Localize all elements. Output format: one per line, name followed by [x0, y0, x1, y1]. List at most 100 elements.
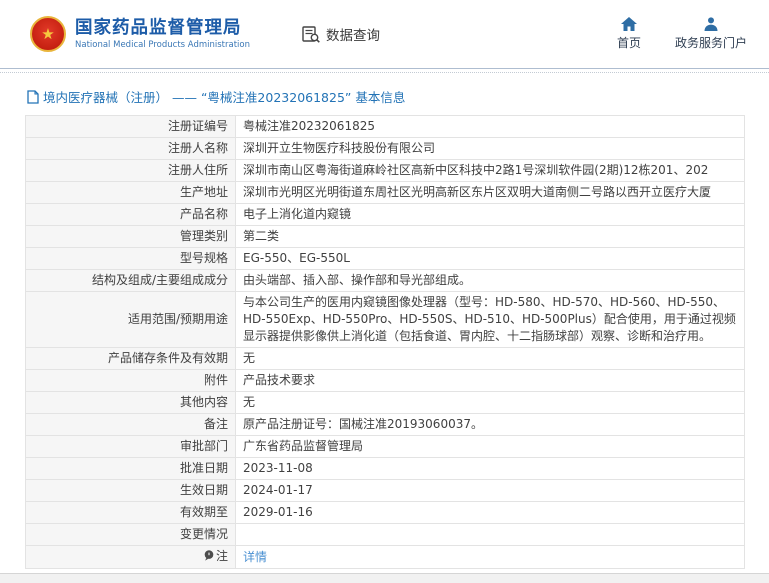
row-label: 备注 — [25, 413, 236, 436]
table-row: 结构及组成/主要组成成分 由头端部、插入部、操作部和导光部组成。 — [25, 269, 745, 292]
row-label-text: 变更情况 — [179, 527, 228, 541]
row-value-text: 2024-01-17 — [243, 483, 313, 497]
row-value-text: 原产品注册证号：国械注准20193060037。 — [243, 417, 483, 431]
breadcrumb: 境内医疗器械（注册） —— “粤械注准20232061825” 基本信息 — [0, 73, 769, 115]
row-label-text: 产品储存条件及有效期 — [107, 351, 228, 365]
row-value-text: 无 — [243, 351, 256, 365]
note-balloon-icon — [204, 549, 214, 566]
row-label-text: 管理类别 — [179, 229, 228, 243]
table-row: 适用范围/预期用途 与本公司生产的医用内窥镜图像处理器（型号：HD-580、HD-… — [25, 291, 745, 348]
row-value: 详情 — [235, 545, 745, 569]
banner-nav: 首页 政务服务门户 — [617, 17, 747, 51]
row-label-text: 批准日期 — [179, 461, 228, 475]
data-query-button[interactable]: 数据查询 — [302, 24, 380, 44]
nav-gov-service-portal[interactable]: 政务服务门户 — [675, 17, 747, 51]
row-label: 附件 — [25, 369, 236, 392]
row-label: 变更情况 — [25, 523, 236, 546]
site-subtitle-en: National Medical Products Administration — [75, 40, 250, 51]
content-area: 注册证编号 粤械注准20232061825 注册人名称 深圳开立生物医疗科技股份有限公… — [0, 115, 769, 569]
table-row: 管理类别 第二类 — [25, 225, 745, 248]
table-row: 有效期至 2029-01-16 — [25, 501, 745, 524]
row-label-text: 审批部门 — [179, 439, 228, 453]
row-label-text: 注册人住所 — [167, 163, 228, 177]
row-label-text: 型号规格 — [179, 251, 228, 265]
row-value: 粤械注准20232061825 — [235, 115, 745, 138]
document-search-icon — [302, 25, 321, 43]
row-value-text: 第二类 — [243, 229, 280, 243]
table-row: 其他内容 无 — [25, 391, 745, 414]
footer-strip — [0, 573, 769, 583]
row-label-text: 备注 — [203, 417, 228, 431]
row-label: 注 — [25, 545, 236, 569]
row-value: 电子上消化道内窥镜 — [235, 203, 745, 226]
row-value-text: 深圳开立生物医疗科技股份有限公司 — [243, 141, 436, 155]
row-label-text: 其他内容 — [179, 395, 228, 409]
row-label: 批准日期 — [25, 457, 236, 480]
row-value: 第二类 — [235, 225, 745, 248]
row-value: 无 — [235, 347, 745, 370]
row-label-text: 产品名称 — [179, 207, 228, 221]
row-label: 结构及组成/主要组成成分 — [25, 269, 236, 292]
breadcrumb-text: 境内医疗器械（注册） —— “粤械注准20232061825” 基本信息 — [43, 90, 406, 105]
row-label: 适用范围/预期用途 — [25, 291, 236, 348]
table-row: 注 详情 — [25, 545, 745, 569]
top-banner: ★ 国家药品监督管理局 National Medical Products Ad… — [0, 0, 769, 69]
row-value: 深圳市光明区光明街道东周社区光明高新区东片区双明大道南侧二号路以西开立医疗大厦 — [235, 181, 745, 204]
row-label-text: 生产地址 — [179, 185, 228, 199]
detail-link[interactable]: 详情 — [243, 550, 267, 564]
row-label: 型号规格 — [25, 247, 236, 270]
row-label: 注册人名称 — [25, 137, 236, 160]
row-value-text: 由头端部、插入部、操作部和导光部组成。 — [243, 273, 472, 287]
table-row: 产品名称 电子上消化道内窥镜 — [25, 203, 745, 226]
row-value-text: 无 — [243, 395, 256, 409]
info-table: 注册证编号 粤械注准20232061825 注册人名称 深圳开立生物医疗科技股份有限公… — [25, 115, 745, 569]
row-value: 由头端部、插入部、操作部和导光部组成。 — [235, 269, 745, 292]
row-label-text: 有效期至 — [179, 505, 228, 519]
table-row: 注册人名称 深圳开立生物医疗科技股份有限公司 — [25, 137, 745, 160]
nav-gov-service-portal-label: 政务服务门户 — [674, 36, 747, 50]
row-label: 管理类别 — [25, 225, 236, 248]
row-value: 原产品注册证号：国械注准20193060037。 — [235, 413, 745, 436]
table-row: 备注 原产品注册证号：国械注准20193060037。 — [25, 413, 745, 436]
row-value-text: 深圳市南山区粤海街道麻岭社区高新中区科技中2路1号深圳软件园(2期)12栋201… — [243, 163, 709, 177]
row-value: EG-550、EG-550L — [235, 247, 745, 270]
row-label-text: 附件 — [203, 373, 228, 387]
national-emblem-logo: ★ — [30, 16, 66, 52]
row-value-text: EG-550、EG-550L — [243, 251, 350, 265]
row-label-text: 注册证编号 — [167, 119, 228, 133]
row-label: 审批部门 — [25, 435, 236, 458]
row-label: 其他内容 — [25, 391, 236, 414]
row-value: 产品技术要求 — [235, 369, 745, 392]
row-label-text: 结构及组成/主要组成成分 — [91, 273, 228, 287]
row-label: 生产地址 — [25, 181, 236, 204]
row-value-text: 2023-11-08 — [243, 461, 313, 475]
table-row: 产品储存条件及有效期 无 — [25, 347, 745, 370]
nav-home-label: 首页 — [616, 36, 641, 50]
row-label: 注册证编号 — [25, 115, 236, 138]
table-row: 型号规格 EG-550、EG-550L — [25, 247, 745, 270]
row-label-text: 生效日期 — [179, 483, 228, 497]
row-value-text: 粤械注准20232061825 — [243, 119, 375, 133]
row-label: 产品名称 — [25, 203, 236, 226]
table-row: 注册证编号 粤械注准20232061825 — [25, 115, 745, 138]
row-value-text: 与本公司生产的医用内窥镜图像处理器（型号：HD-580、HD-570、HD-56… — [243, 295, 736, 343]
row-label: 生效日期 — [25, 479, 236, 502]
row-value — [235, 523, 745, 546]
row-value-text: 广东省药品监督管理局 — [243, 439, 364, 453]
table-row: 变更情况 — [25, 523, 745, 546]
row-value: 深圳开立生物医疗科技股份有限公司 — [235, 137, 745, 160]
home-icon — [620, 17, 637, 34]
row-value: 2023-11-08 — [235, 457, 745, 480]
row-value: 深圳市南山区粤海街道麻岭社区高新中区科技中2路1号深圳软件园(2期)12栋201… — [235, 159, 745, 182]
table-row: 注册人住所 深圳市南山区粤海街道麻岭社区高新中区科技中2路1号深圳软件园(2期)1… — [25, 159, 745, 182]
row-value: 广东省药品监督管理局 — [235, 435, 745, 458]
row-value-text: 2029-01-16 — [243, 505, 313, 519]
brand-block: 国家药品监督管理局 National Medical Products Admi… — [75, 18, 250, 50]
nav-home[interactable]: 首页 — [617, 17, 641, 51]
row-label-text: 适用范围/预期用途 — [127, 312, 228, 326]
row-value: 2024-01-17 — [235, 479, 745, 502]
row-value: 与本公司生产的医用内窥镜图像处理器（型号：HD-580、HD-570、HD-56… — [235, 291, 745, 348]
row-value: 无 — [235, 391, 745, 414]
row-label: 注册人住所 — [25, 159, 236, 182]
table-row: 附件 产品技术要求 — [25, 369, 745, 392]
